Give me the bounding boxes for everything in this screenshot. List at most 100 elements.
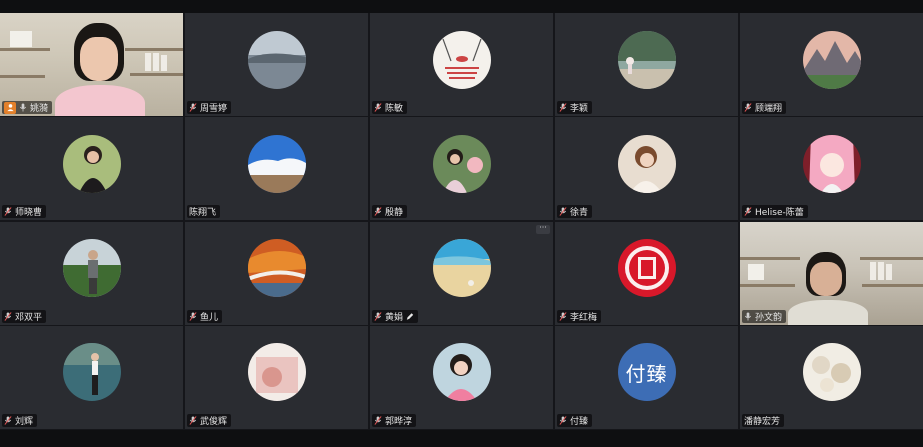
participant-name-label: 顾端翔 xyxy=(742,101,787,114)
woman-portrait-avatar xyxy=(62,134,121,193)
shelf xyxy=(860,256,923,260)
participant-name-label: 陈敏 xyxy=(372,101,408,114)
microphone-muted-icon xyxy=(744,207,752,217)
participant-name-label: 孙文韵 xyxy=(742,309,787,323)
microphone-muted-icon xyxy=(189,311,197,321)
participant-name: 郭晔淳 xyxy=(385,416,413,427)
participant-tile[interactable]: 徐青 xyxy=(555,117,738,221)
shelf xyxy=(862,283,923,287)
participant-name: 姚漪 xyxy=(30,104,49,114)
shelf xyxy=(740,283,795,287)
more-options-button[interactable]: ··· xyxy=(536,223,550,234)
book xyxy=(886,263,892,280)
participant-tile[interactable]: 李红梅 xyxy=(555,221,738,325)
participant-name: 刘辉 xyxy=(15,416,34,427)
book xyxy=(161,55,167,71)
shirt xyxy=(55,85,145,116)
participant-name-label: 郭晔淳 xyxy=(372,413,417,427)
participant-name: 周雪婷 xyxy=(200,104,228,114)
shirt xyxy=(788,299,868,325)
participant-tile[interactable]: 孙文韵 xyxy=(740,221,923,325)
participant-name-label: 鱼儿 xyxy=(187,309,223,323)
participant-tile[interactable]: 师晓曹 xyxy=(0,117,183,221)
microphone-muted-icon xyxy=(559,416,567,425)
participant-tile[interactable]: 付臻 付臻 xyxy=(555,325,738,429)
microphone-muted-icon xyxy=(189,103,197,112)
participant-name-label: 李颖 xyxy=(557,101,593,114)
participant-name: 徐青 xyxy=(570,208,589,219)
participant-tile[interactable]: 刘辉 xyxy=(0,325,183,429)
microphone-icon[interactable] xyxy=(744,312,752,321)
meme-image-avatar xyxy=(432,30,491,89)
participant-name-label: 刘辉 xyxy=(2,413,38,427)
book xyxy=(870,261,876,280)
red-papercut-avatar xyxy=(617,239,676,298)
participant-name-label: 师晓曹 xyxy=(2,205,47,219)
beach-photo-avatar xyxy=(432,239,491,298)
participant-tile[interactable]: Helise-陈蕾 xyxy=(740,117,923,221)
participant-tile[interactable]: 姚漪 xyxy=(0,13,183,116)
participant-name-label: 姚漪 xyxy=(2,101,53,114)
participant-name: 顾端翔 xyxy=(755,104,783,114)
participant-tile[interactable]: 殷静 xyxy=(370,117,553,221)
participant-name: Helise-陈蕾 xyxy=(755,208,804,219)
garden-photo-avatar xyxy=(617,30,676,89)
man-field-photo-avatar xyxy=(62,239,121,298)
participant-tile[interactable]: 郭晔淳 xyxy=(370,325,553,429)
participant-tile[interactable]: 武俊辉 xyxy=(185,325,368,429)
participant-name-label: 黄娟 xyxy=(372,309,419,323)
participant-name-label: 付臻 xyxy=(557,413,593,427)
autumn-bridge-photo-avatar xyxy=(247,239,306,298)
shelf xyxy=(0,48,50,51)
participant-name: 李颖 xyxy=(570,104,589,114)
participant-name: 邓双平 xyxy=(15,312,43,323)
microphone-icon[interactable] xyxy=(19,103,27,112)
picture-frame xyxy=(10,31,32,47)
participant-name-label: 周雪婷 xyxy=(187,101,232,114)
participant-name: 付臻 xyxy=(570,416,589,427)
bottom-bar xyxy=(0,430,923,447)
participant-tile[interactable]: 陈翔飞 xyxy=(185,117,368,221)
participant-name: 李红梅 xyxy=(570,312,598,323)
book xyxy=(153,53,159,71)
participant-tile[interactable]: ··· 黄娟 xyxy=(370,221,553,325)
participant-name-label: 李红梅 xyxy=(557,309,602,323)
participant-name-label: Helise-陈蕾 xyxy=(742,205,808,219)
participant-name-label: 邓双平 xyxy=(2,309,47,323)
participant-name: 武俊辉 xyxy=(200,416,228,427)
top-bar xyxy=(0,0,923,13)
shelf xyxy=(740,256,800,260)
microphone-muted-icon xyxy=(559,103,567,112)
microphone-muted-icon xyxy=(374,103,382,112)
face xyxy=(80,37,118,81)
pink-card-avatar xyxy=(247,343,306,402)
shelf xyxy=(130,73,183,76)
shelf xyxy=(125,48,183,51)
participant-name-label: 武俊辉 xyxy=(187,413,232,427)
text-avatar: 付臻 xyxy=(617,343,676,402)
participant-name-label: 陈翔飞 xyxy=(187,205,221,219)
microphone-muted-icon xyxy=(374,207,382,217)
participant-name-label: 殷静 xyxy=(372,205,408,219)
microphone-muted-icon xyxy=(559,311,567,321)
lake-photo-avatar xyxy=(247,30,306,89)
participant-tile[interactable]: 鱼儿 xyxy=(185,221,368,325)
participant-tile[interactable]: 顾端翔 xyxy=(740,13,923,116)
book xyxy=(145,53,151,71)
participant-tile[interactable]: 周雪婷 xyxy=(185,13,368,116)
participant-tile[interactable]: 李颖 xyxy=(555,13,738,116)
participant-tile[interactable]: 潘静宏芳 xyxy=(740,325,923,429)
woman-pink-photo-avatar xyxy=(432,343,491,402)
microphone-muted-icon xyxy=(559,207,567,217)
illustration-portrait-avatar xyxy=(617,134,676,193)
participant-tile[interactable]: 邓双平 xyxy=(0,221,183,325)
woman-lake-photo-avatar xyxy=(62,343,121,402)
participant-name: 陈敏 xyxy=(385,104,404,114)
participant-name: 师晓曹 xyxy=(15,208,43,219)
snow-mountain-photo-avatar xyxy=(247,134,306,193)
participant-tile[interactable]: 陈敏 xyxy=(370,13,553,116)
face xyxy=(810,261,842,296)
microphone-muted-icon xyxy=(4,311,12,321)
shells-photo-avatar xyxy=(802,343,861,402)
microphone-muted-icon xyxy=(4,416,12,425)
